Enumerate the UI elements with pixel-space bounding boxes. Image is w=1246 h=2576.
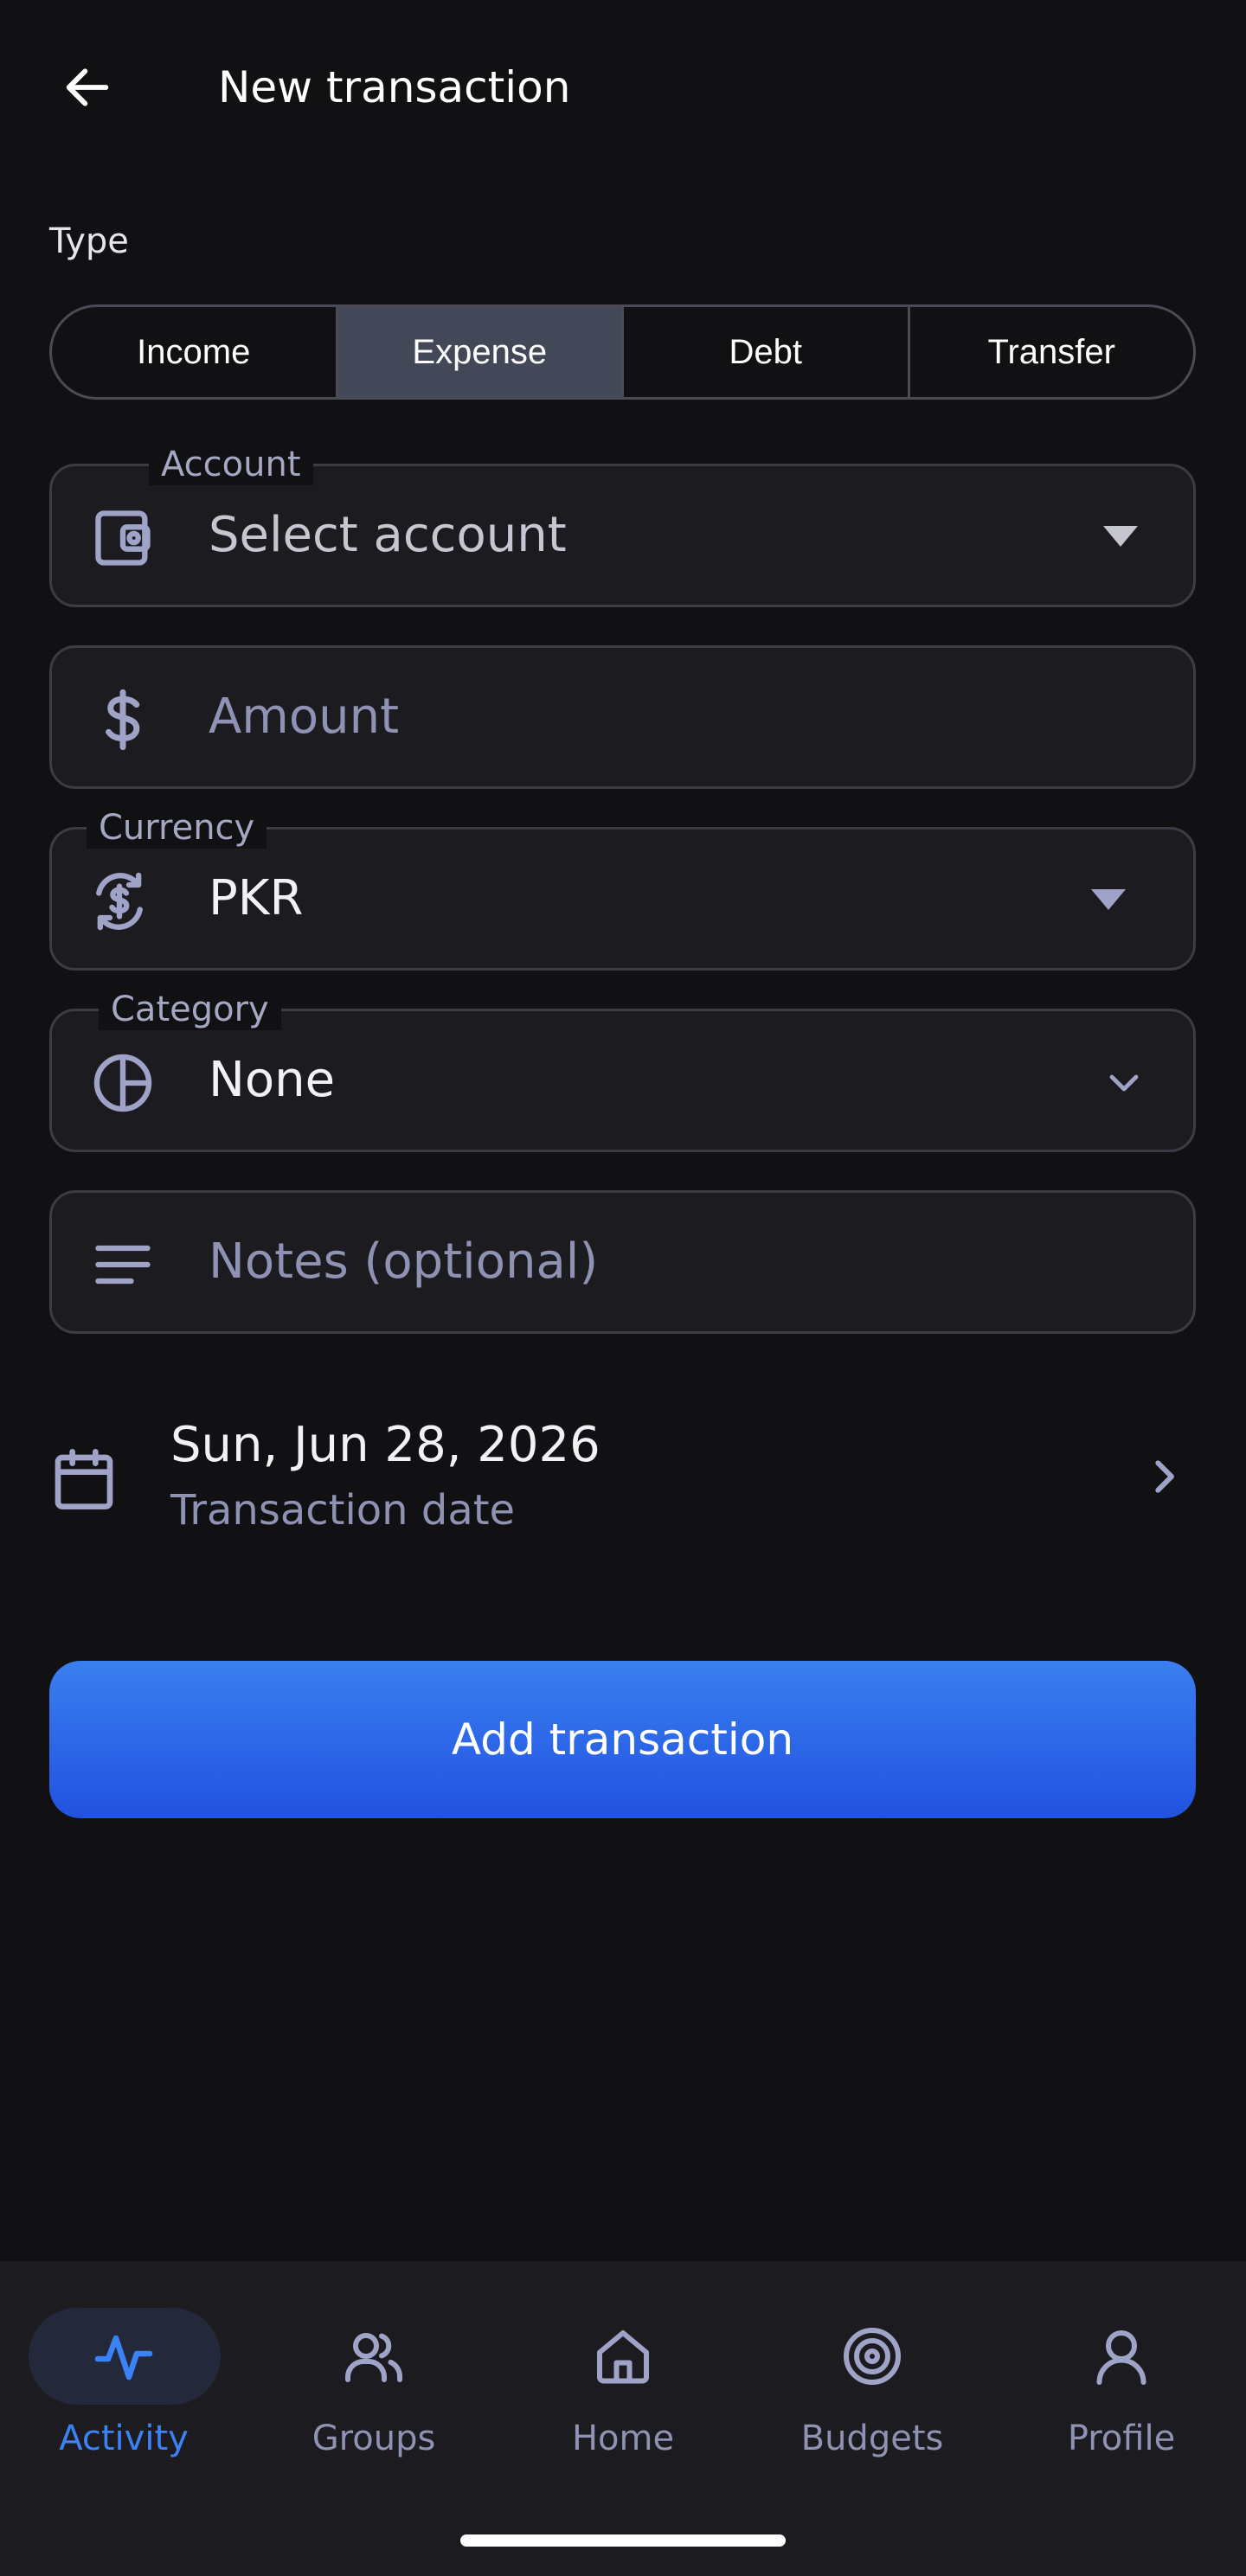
notes-lines-icon xyxy=(95,1245,151,1285)
nav-label-profile: Profile xyxy=(1067,2419,1176,2458)
back-button[interactable] xyxy=(48,48,126,126)
type-label: Type xyxy=(49,221,129,261)
type-option-expense[interactable]: Expense xyxy=(335,307,621,397)
type-option-income[interactable]: Income xyxy=(52,307,336,397)
page-title: New transaction xyxy=(218,62,571,112)
type-option-transfer[interactable]: Transfer xyxy=(907,307,1194,397)
calendar-icon xyxy=(55,1449,113,1509)
transaction-date-label: Transaction date xyxy=(170,1486,516,1535)
type-option-debt[interactable]: Debt xyxy=(621,307,908,397)
nav-label-home: Home xyxy=(571,2419,675,2458)
nav-label-activity: Activity xyxy=(59,2419,189,2458)
category-label: Category xyxy=(99,989,281,1030)
chevron-right-icon xyxy=(1155,1460,1174,1493)
nav-item-groups[interactable]: Groups xyxy=(270,2306,478,2479)
account-placeholder: Select account xyxy=(209,507,567,563)
currency-select[interactable]: Currency PKR xyxy=(49,807,1196,971)
bottom-navigation: Activity Groups Home Budgets Profile xyxy=(0,2261,1246,2576)
notes-input[interactable]: Notes (optional) xyxy=(49,1190,1196,1334)
add-transaction-button[interactable]: Add transaction xyxy=(49,1661,1196,1818)
nav-label-groups: Groups xyxy=(312,2419,436,2458)
currency-label: Currency xyxy=(87,807,267,849)
groups-icon xyxy=(345,2333,402,2382)
home-indicator xyxy=(460,2534,786,2547)
type-segmented-control: Income Expense Debt Transfer xyxy=(49,304,1196,400)
dropdown-arrow-icon xyxy=(1091,889,1126,910)
notes-placeholder: Notes (optional) xyxy=(209,1234,599,1290)
wallet-icon xyxy=(95,510,151,566)
pie-chart-icon xyxy=(93,1054,152,1112)
dropdown-arrow-icon xyxy=(1103,526,1138,547)
currency-value: PKR xyxy=(209,870,304,926)
amount-input[interactable]: Amount xyxy=(49,645,1196,789)
activity-icon xyxy=(94,2335,153,2381)
transaction-date-row[interactable]: Sun, Jun 28, 2026 Transaction date xyxy=(49,1400,1196,1547)
account-select[interactable]: Account Select account xyxy=(49,444,1196,607)
nav-item-activity[interactable]: Activity xyxy=(20,2306,228,2479)
currency-exchange-icon xyxy=(96,872,143,931)
category-select[interactable]: Category None xyxy=(49,989,1196,1152)
home-icon xyxy=(597,2330,649,2384)
category-value: None xyxy=(209,1052,336,1108)
chevron-down-icon xyxy=(1109,1074,1139,1092)
nav-item-home[interactable]: Home xyxy=(519,2306,727,2479)
target-icon xyxy=(844,2328,901,2385)
nav-label-budgets: Budgets xyxy=(800,2419,944,2458)
account-label: Account xyxy=(149,444,313,485)
amount-placeholder: Amount xyxy=(209,689,400,745)
transaction-date-value: Sun, Jun 28, 2026 xyxy=(170,1417,601,1473)
nav-item-budgets[interactable]: Budgets xyxy=(768,2306,976,2479)
arrow-left-icon xyxy=(66,68,109,106)
dollar-icon xyxy=(106,689,140,751)
nav-item-profile[interactable]: Profile xyxy=(1018,2306,1225,2479)
profile-icon xyxy=(1096,2330,1146,2385)
